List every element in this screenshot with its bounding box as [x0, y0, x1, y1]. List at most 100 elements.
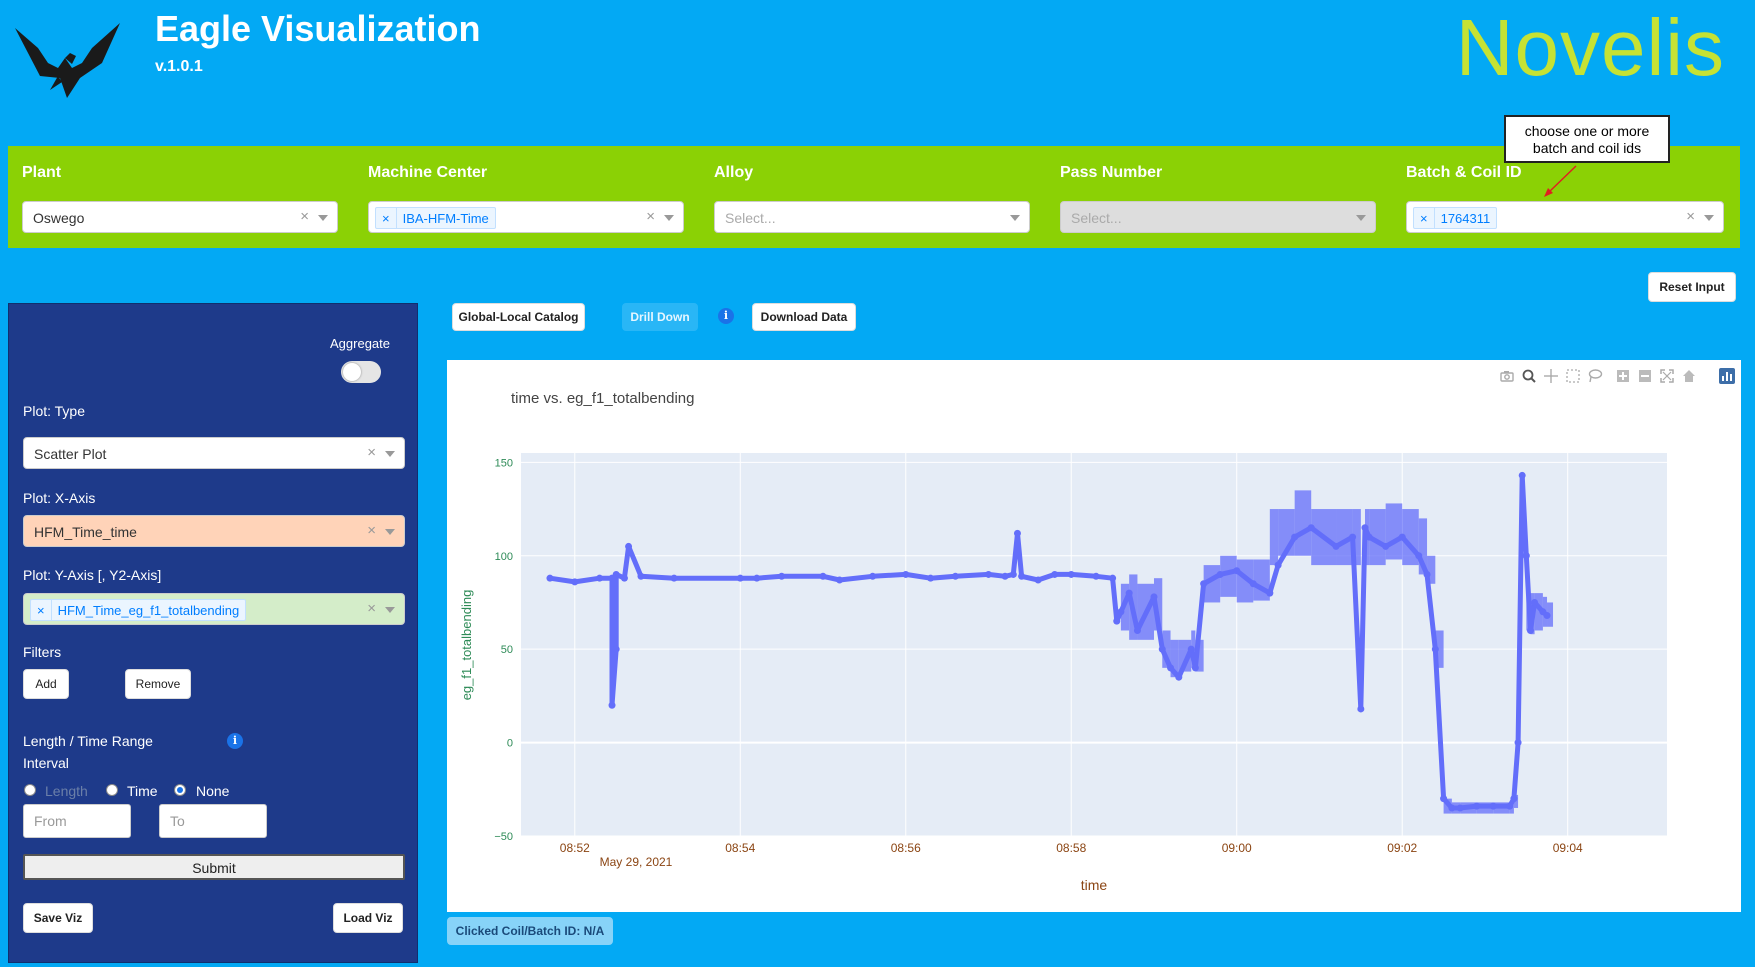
scatter-chart[interactable]: 150 100 50 0 −50 08:52 08:54 08:56 08:58 09:00 09…: [447, 360, 1741, 912]
data-point[interactable]: [1291, 533, 1299, 541]
save-viz-button[interactable]: Save Viz: [23, 903, 93, 933]
data-point[interactable]: [1349, 533, 1357, 541]
to-input[interactable]: To: [159, 804, 267, 838]
load-viz-button[interactable]: Load Viz: [333, 903, 403, 933]
data-point[interactable]: [1266, 589, 1274, 597]
data-point[interactable]: [1489, 802, 1497, 810]
none-radio[interactable]: [174, 784, 186, 796]
drill-down-button[interactable]: Drill Down: [622, 303, 698, 331]
chevron-down-icon[interactable]: [385, 451, 395, 457]
info-icon[interactable]: i: [227, 733, 243, 749]
data-point[interactable]: [1431, 645, 1439, 653]
data-point[interactable]: [1216, 570, 1224, 578]
data-point[interactable]: [1067, 570, 1075, 578]
clear-icon[interactable]: ×: [367, 600, 376, 617]
submit-button[interactable]: Submit: [23, 854, 405, 880]
data-point[interactable]: [1415, 552, 1423, 560]
plot-area[interactable]: [521, 453, 1667, 836]
autoscale-icon[interactable]: [1659, 368, 1675, 384]
clear-icon[interactable]: ×: [367, 522, 376, 539]
machine-center-select[interactable]: × IBA-HFM-Time ×: [368, 201, 684, 233]
data-point[interactable]: [1051, 570, 1059, 578]
home-icon[interactable]: [1681, 368, 1697, 384]
data-point[interactable]: [1013, 529, 1021, 537]
y-axis-select[interactable]: × HFM_Time_eg_f1_totalbending ×: [23, 593, 405, 625]
data-point[interactable]: [1357, 705, 1365, 713]
data-point[interactable]: [902, 570, 910, 578]
alloy-select[interactable]: Select...: [714, 201, 1030, 233]
global-local-catalog-button[interactable]: Global-Local Catalog: [452, 303, 585, 331]
data-point[interactable]: [1175, 673, 1183, 681]
add-filter-button[interactable]: Add: [23, 669, 69, 699]
zoom-out-icon[interactable]: [1637, 368, 1653, 384]
data-point[interactable]: [1009, 570, 1017, 578]
clear-icon[interactable]: ×: [300, 208, 309, 225]
data-point[interactable]: [927, 574, 935, 582]
data-point[interactable]: [1332, 542, 1340, 550]
data-point[interactable]: [951, 572, 959, 580]
x-axis-select[interactable]: HFM_Time_time ×: [23, 515, 405, 547]
data-point[interactable]: [819, 572, 827, 580]
data-point[interactable]: [1473, 802, 1481, 810]
remove-filter-button[interactable]: Remove: [125, 669, 191, 699]
data-point[interactable]: [1423, 570, 1431, 578]
data-point[interactable]: [670, 574, 678, 582]
data-point[interactable]: [571, 578, 579, 586]
data-point[interactable]: [1233, 567, 1241, 575]
data-point[interactable]: [1510, 795, 1518, 803]
clear-icon[interactable]: ×: [1686, 208, 1695, 225]
chevron-down-icon[interactable]: [1010, 215, 1020, 221]
chevron-down-icon[interactable]: [1704, 215, 1714, 221]
data-point[interactable]: [753, 574, 761, 582]
pass-number-select[interactable]: Select...: [1060, 201, 1376, 233]
batch-coil-select[interactable]: × 1764311 ×: [1406, 201, 1724, 233]
clear-icon[interactable]: ×: [367, 444, 376, 461]
zoom-in-icon[interactable]: [1615, 368, 1631, 384]
data-point[interactable]: [778, 572, 786, 580]
aggregate-toggle[interactable]: [341, 361, 381, 383]
data-point[interactable]: [1018, 572, 1026, 580]
data-point[interactable]: [1543, 612, 1551, 620]
data-point[interactable]: [612, 570, 620, 578]
data-point[interactable]: [869, 572, 877, 580]
chevron-down-icon[interactable]: [318, 215, 328, 221]
data-point[interactable]: [1398, 533, 1406, 541]
data-point[interactable]: [1249, 580, 1257, 588]
data-point[interactable]: [1456, 804, 1464, 812]
length-radio[interactable]: [24, 784, 36, 796]
data-point[interactable]: [1307, 524, 1315, 532]
info-icon[interactable]: i: [718, 308, 734, 324]
lasso-icon[interactable]: [1587, 368, 1603, 384]
data-point[interactable]: [1361, 524, 1369, 532]
data-point[interactable]: [1117, 608, 1125, 616]
data-point[interactable]: [637, 572, 645, 580]
data-point[interactable]: [1526, 626, 1534, 634]
box-select-icon[interactable]: [1565, 368, 1581, 384]
data-point[interactable]: [1187, 645, 1195, 653]
data-point[interactable]: [1200, 580, 1208, 588]
data-point[interactable]: [1113, 617, 1121, 625]
data-point[interactable]: [1092, 572, 1100, 580]
data-point[interactable]: [985, 570, 993, 578]
data-point[interactable]: [625, 542, 633, 550]
data-point[interactable]: [1522, 552, 1530, 560]
data-point[interactable]: [1531, 598, 1539, 606]
chevron-down-icon[interactable]: [385, 529, 395, 535]
data-point[interactable]: [1448, 804, 1456, 812]
data-point[interactable]: [1518, 471, 1526, 479]
plot-type-select[interactable]: Scatter Plot ×: [23, 437, 405, 469]
download-data-button[interactable]: Download Data: [752, 303, 856, 331]
pan-icon[interactable]: [1543, 368, 1559, 384]
data-point[interactable]: [1167, 664, 1175, 672]
data-point[interactable]: [620, 574, 628, 582]
data-point[interactable]: [1125, 589, 1133, 597]
data-point[interactable]: [1382, 542, 1390, 550]
data-point[interactable]: [1506, 802, 1514, 810]
plotly-logo-icon[interactable]: [1719, 368, 1735, 384]
data-point[interactable]: [546, 574, 554, 582]
data-point[interactable]: [596, 574, 604, 582]
chevron-down-icon[interactable]: [664, 215, 674, 221]
data-point[interactable]: [1158, 645, 1166, 653]
zoom-icon[interactable]: [1521, 368, 1537, 384]
from-input[interactable]: From: [23, 804, 131, 838]
